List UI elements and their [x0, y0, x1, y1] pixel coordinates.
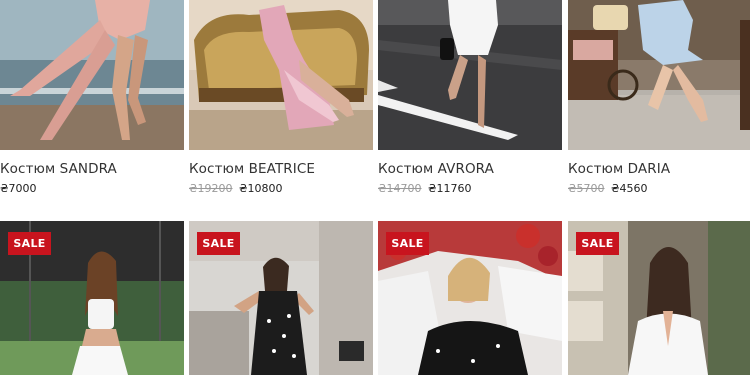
product-image[interactable]: SALE [0, 221, 184, 375]
product-card-avrora[interactable]: Костюм AVRORA ₴14700 ₴11760 [378, 0, 562, 195]
product-card-daria[interactable]: Костюм DARIA ₴5700 ₴4560 [568, 0, 750, 195]
product-image[interactable]: SALE [189, 221, 373, 375]
product-title[interactable]: Костюм SANDRA [0, 161, 117, 177]
product-title[interactable]: Костюм BEATRICE [189, 161, 315, 177]
product-title[interactable]: Костюм DARIA [568, 161, 670, 177]
product-card[interactable]: SALE [189, 221, 373, 375]
price-row: ₴19200 ₴10800 [189, 182, 283, 195]
product-card[interactable]: SALE [378, 221, 562, 375]
old-price: ₴5700 [568, 182, 605, 195]
product-image[interactable]: SALE [568, 221, 750, 375]
product-image-daria[interactable] [568, 0, 750, 150]
price-row: ₴7000 [0, 182, 37, 195]
product-grid: Костюм SANDRA ₴7000 Костюм BEATRICE ₴192… [0, 0, 750, 375]
old-price: ₴14700 [378, 182, 422, 195]
sale-badge: SALE [576, 232, 619, 255]
product-card-sandra[interactable]: Костюм SANDRA ₴7000 [0, 0, 184, 195]
product-card[interactable]: SALE [0, 221, 184, 375]
current-price: ₴10800 [239, 182, 283, 195]
product-card-beatrice[interactable]: Костюм BEATRICE ₴19200 ₴10800 [189, 0, 373, 195]
current-price: ₴7000 [0, 182, 37, 195]
product-image[interactable]: SALE [378, 221, 562, 375]
sale-badge: SALE [386, 232, 429, 255]
current-price: ₴11760 [428, 182, 472, 195]
product-image-beatrice[interactable] [189, 0, 373, 150]
product-title[interactable]: Костюм AVRORA [378, 161, 494, 177]
product-card[interactable]: SALE [568, 221, 750, 375]
sale-badge: SALE [197, 232, 240, 255]
price-row: ₴14700 ₴11760 [378, 182, 472, 195]
price-row: ₴5700 ₴4560 [568, 182, 648, 195]
product-image-avrora[interactable] [378, 0, 562, 150]
current-price: ₴4560 [611, 182, 648, 195]
old-price: ₴19200 [189, 182, 233, 195]
sale-badge: SALE [8, 232, 51, 255]
product-image-sandra[interactable] [0, 0, 184, 150]
